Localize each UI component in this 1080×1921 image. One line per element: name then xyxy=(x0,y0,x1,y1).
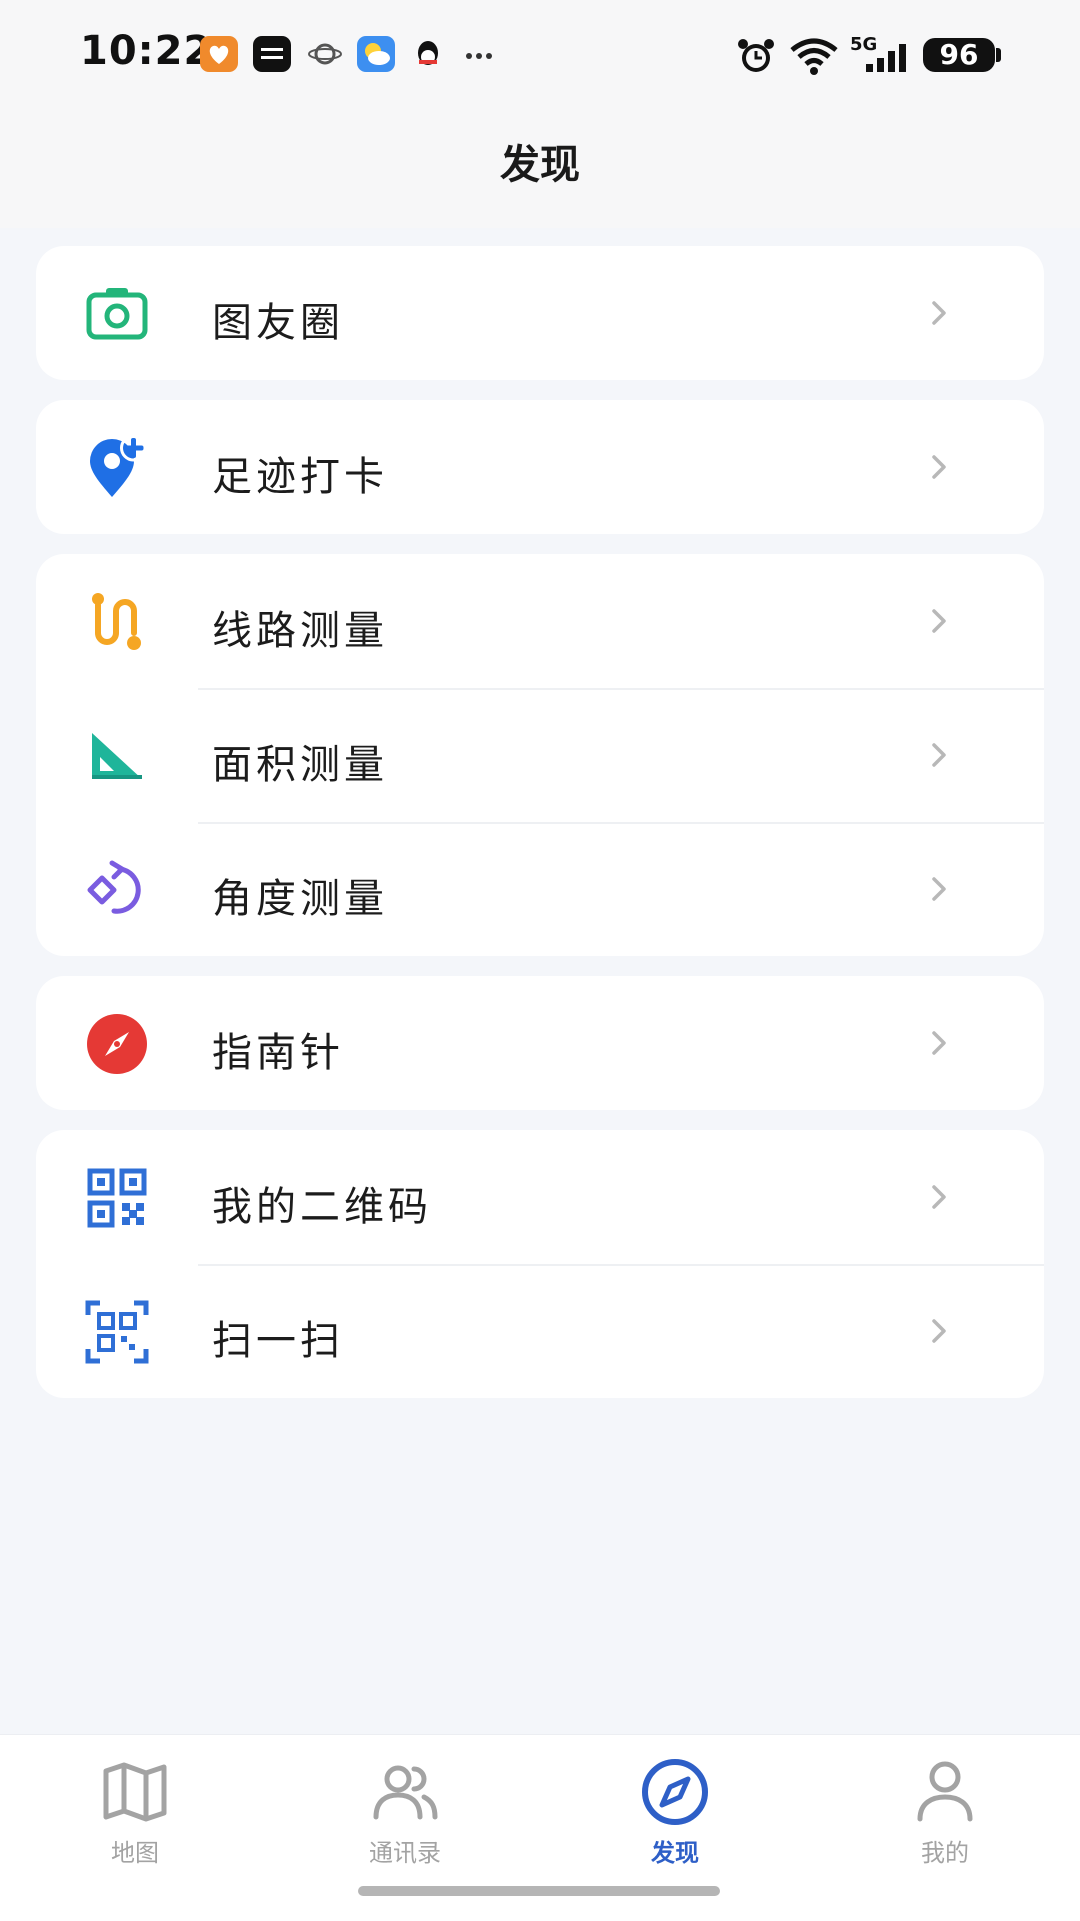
battery-tip xyxy=(996,48,1001,62)
home-indicator[interactable] xyxy=(358,1886,720,1896)
chevron-right-icon xyxy=(924,606,954,636)
menu-item-photo-circle[interactable]: 图友圈 xyxy=(36,246,1044,380)
qr-code-icon xyxy=(84,1165,150,1231)
compass-icon xyxy=(84,1011,150,1077)
tab-mine[interactable]: 我的 xyxy=(845,1755,1045,1875)
menu-item-label: 面积测量 xyxy=(212,742,388,788)
menu-item-route-measure[interactable]: 线路测量 xyxy=(36,554,1044,688)
compass-tab-icon xyxy=(638,1755,712,1829)
alarm-icon xyxy=(735,36,777,80)
chevron-right-icon xyxy=(924,740,954,770)
card-group-4: 指南针 xyxy=(36,976,1044,1110)
signal-icon xyxy=(858,40,914,76)
more-icon xyxy=(462,46,500,59)
planet-app-icon xyxy=(306,36,344,72)
tab-contacts[interactable]: 通讯录 xyxy=(305,1755,505,1875)
battery-level: 96 xyxy=(923,38,995,72)
chevron-right-icon xyxy=(924,1316,954,1346)
wifi-icon xyxy=(788,36,840,80)
menu-item-area-measure[interactable]: 面积测量 xyxy=(36,688,1044,822)
card-group-2: 足迹打卡 xyxy=(36,400,1044,534)
contacts-icon xyxy=(368,1755,442,1829)
tab-label: 地图 xyxy=(111,1839,159,1867)
status-time: 10:22 xyxy=(80,28,213,74)
menu-item-footprint-checkin[interactable]: 足迹打卡 xyxy=(36,400,1044,534)
card-group-3: 线路测量 面积测量 角度测量 xyxy=(36,554,1044,956)
status-bar: 10:22 5G 96 xyxy=(0,0,1080,108)
route-icon xyxy=(84,589,150,655)
card-group-1: 图友圈 xyxy=(36,246,1044,380)
scan-icon xyxy=(84,1299,150,1365)
menu-item-label: 指南针 xyxy=(212,1030,344,1076)
tab-label: 发现 xyxy=(651,1839,699,1867)
menu-item-angle-measure[interactable]: 角度测量 xyxy=(36,822,1044,956)
chevron-right-icon xyxy=(924,1182,954,1212)
map-icon xyxy=(98,1755,172,1829)
tab-label: 通讯录 xyxy=(369,1839,441,1867)
menu-item-compass[interactable]: 指南针 xyxy=(36,976,1044,1110)
page-title: 发现 xyxy=(500,142,580,188)
weather-app-icon xyxy=(357,36,395,72)
card-group-5: 我的二维码 扫一扫 xyxy=(36,1130,1044,1398)
menu-item-label: 扫一扫 xyxy=(212,1318,344,1364)
location-pin-plus-icon xyxy=(84,434,150,501)
menu-item-label: 角度测量 xyxy=(212,876,388,922)
menu-item-label: 线路测量 xyxy=(212,608,388,654)
chevron-right-icon xyxy=(924,298,954,328)
menu-item-label: 我的二维码 xyxy=(212,1184,432,1230)
header: 发现 xyxy=(0,108,1080,228)
angle-rotate-icon xyxy=(84,857,150,923)
chevron-right-icon xyxy=(924,1028,954,1058)
tab-label: 我的 xyxy=(921,1839,969,1867)
health-app-icon xyxy=(200,36,238,72)
menu-item-label: 图友圈 xyxy=(212,300,344,346)
tab-discover[interactable]: 发现 xyxy=(575,1755,775,1875)
camera-icon xyxy=(84,281,150,347)
menu-item-label: 足迹打卡 xyxy=(212,454,388,500)
menu-item-scan[interactable]: 扫一扫 xyxy=(36,1264,1044,1398)
chevron-right-icon xyxy=(924,452,954,482)
menu-item-my-qrcode[interactable]: 我的二维码 xyxy=(36,1130,1044,1264)
chevron-right-icon xyxy=(924,874,954,904)
qq-app-icon xyxy=(409,36,447,72)
user-icon xyxy=(908,1755,982,1829)
triangle-ruler-icon xyxy=(84,723,150,789)
tab-map[interactable]: 地图 xyxy=(35,1755,235,1875)
lynk-app-icon xyxy=(253,36,291,72)
